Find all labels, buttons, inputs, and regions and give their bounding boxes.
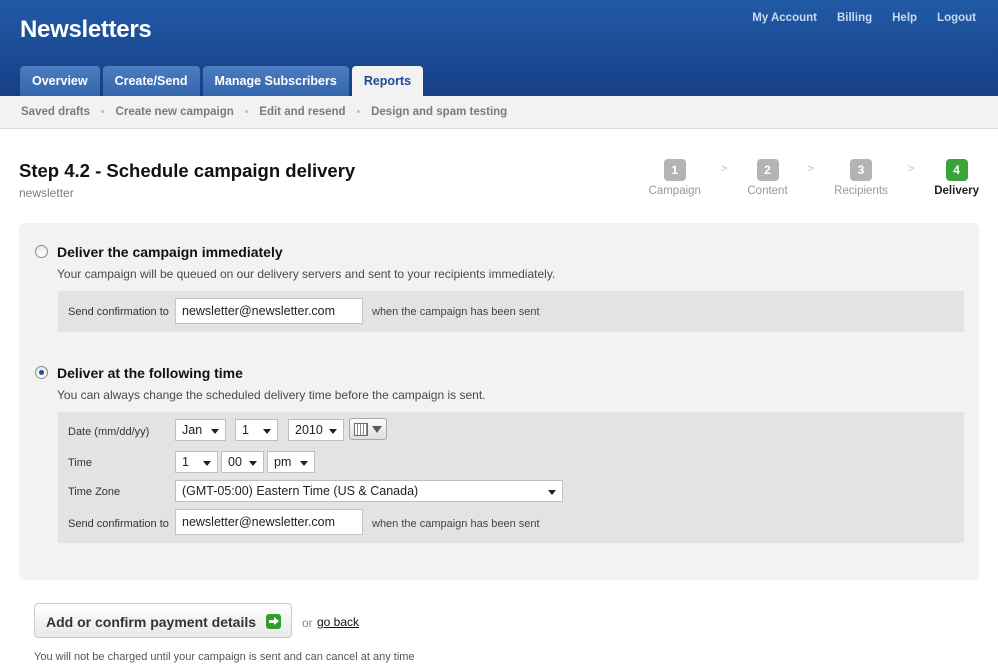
ampm-select[interactable]: pm [267, 451, 315, 473]
minute-select-value: 00 [228, 455, 242, 469]
logout-link[interactable]: Logout [937, 12, 976, 24]
delivery-options-panel: Deliver the campaign immediately Your ca… [19, 223, 979, 580]
year-select[interactable]: 2010 [288, 419, 344, 441]
year-select-value: 2010 [295, 423, 323, 437]
account-links: My Account Billing Help Logout [752, 12, 976, 24]
deliver-immediately-radio[interactable] [35, 245, 48, 258]
minute-select[interactable]: 00 [221, 451, 264, 473]
immediate-confirmation-box: Send confirmation to when the campaign h… [58, 291, 964, 332]
step-number: 2 [756, 159, 779, 181]
hour-select[interactable]: 1 [175, 451, 218, 473]
pay-button-label: Add or confirm payment details [46, 614, 257, 630]
billing-link[interactable]: Billing [837, 12, 872, 24]
step-delivery: 4 Delivery [934, 159, 979, 197]
chevron-down-icon [263, 429, 271, 434]
hour-select-value: 1 [182, 455, 189, 469]
subnav-design-spam-testing[interactable]: Design and spam testing [371, 106, 507, 118]
chevron-down-icon [300, 461, 308, 466]
main-tabs: Overview Create/Send Manage Subscribers … [20, 66, 424, 96]
brand-title: Newsletters [20, 16, 152, 43]
timezone-label: Time Zone [68, 486, 121, 498]
go-back-link[interactable]: go back [317, 615, 359, 629]
send-confirmation-label: Send confirmation to [68, 518, 169, 530]
step-indicator: 1 Campaign > 2 Content > 3 Recipients > … [649, 159, 979, 197]
step-arrow-icon: > [807, 163, 815, 175]
day-select[interactable]: 1 [235, 419, 278, 441]
scheduled-confirmation-email-input[interactable] [175, 509, 363, 535]
chevron-down-icon [203, 461, 211, 466]
subnav-separator: • [244, 106, 249, 118]
page-subtitle: newsletter [19, 186, 74, 200]
send-confirmation-label: Send confirmation to [68, 306, 169, 318]
timezone-select[interactable]: (GMT-05:00) Eastern Time (US & Canada) [175, 480, 563, 502]
page-title: Step 4.2 - Schedule campaign delivery [19, 160, 356, 181]
day-select-value: 1 [242, 423, 249, 437]
confirmation-after-text: when the campaign has been sent [372, 518, 540, 530]
subnav-separator: • [101, 106, 105, 118]
subnav-create-new-campaign[interactable]: Create new campaign [116, 106, 234, 118]
chevron-down-icon [329, 429, 337, 434]
app-header: Newsletters My Account Billing Help Logo… [0, 0, 998, 96]
schedule-settings-box: Date (mm/dd/yy) Jan 1 2010 Time 1 00 pm [58, 412, 964, 543]
calendar-icon [354, 423, 368, 436]
confirmation-after-text: when the campaign has been sent [372, 306, 540, 318]
chevron-down-icon [249, 461, 257, 466]
step-number: 4 [945, 159, 968, 181]
date-label: Date (mm/dd/yy) [68, 426, 150, 438]
step-campaign[interactable]: 1 Campaign [649, 159, 701, 197]
subnav-edit-and-resend[interactable]: Edit and resend [259, 106, 345, 118]
step-label: Campaign [648, 185, 701, 197]
immediate-confirmation-email-input[interactable] [175, 298, 363, 324]
time-label: Time [68, 457, 93, 469]
tab-manage-subscribers[interactable]: Manage Subscribers [202, 66, 349, 96]
month-select-value: Jan [182, 423, 203, 437]
my-account-link[interactable]: My Account [752, 12, 817, 24]
tab-overview[interactable]: Overview [20, 66, 100, 96]
step-content[interactable]: 2 Content [747, 159, 788, 197]
month-select[interactable]: Jan [175, 419, 226, 441]
step-number: 3 [849, 159, 872, 181]
step-label: Content [747, 185, 788, 197]
date-picker-button[interactable] [349, 418, 387, 440]
step-number: 1 [663, 159, 686, 181]
subnav-saved-drafts[interactable]: Saved drafts [21, 106, 90, 118]
ampm-select-value: pm [274, 455, 292, 469]
deliver-scheduled-radio[interactable] [35, 366, 48, 379]
chevron-down-icon [372, 426, 382, 433]
step-label: Recipients [834, 185, 888, 197]
chevron-down-icon [211, 429, 219, 434]
deliver-scheduled-desc: You can always change the scheduled deli… [57, 388, 486, 402]
step-arrow-icon: > [907, 163, 915, 175]
timezone-select-value: (GMT-05:00) Eastern Time (US & Canada) [182, 484, 419, 498]
help-link[interactable]: Help [892, 12, 917, 24]
subnav-separator: • [356, 106, 361, 118]
chevron-down-icon [548, 490, 556, 495]
deliver-immediately-desc: Your campaign will be queued on our deli… [57, 267, 556, 281]
deliver-scheduled-title[interactable]: Deliver at the following time [57, 365, 243, 381]
add-payment-details-button[interactable]: Add or confirm payment details [34, 603, 292, 638]
billing-footnote: You will not be charged until your campa… [34, 651, 415, 663]
tab-create-send[interactable]: Create/Send [102, 66, 200, 96]
step-label: Delivery [934, 185, 979, 197]
step-recipients[interactable]: 3 Recipients [834, 159, 888, 197]
or-text: or [302, 616, 313, 630]
tab-reports[interactable]: Reports [351, 66, 424, 96]
sub-navigation: Saved drafts • Create new campaign • Edi… [0, 96, 998, 129]
arrow-right-icon [266, 614, 281, 629]
deliver-immediately-title[interactable]: Deliver the campaign immediately [57, 244, 283, 260]
step-arrow-icon: > [720, 163, 728, 175]
